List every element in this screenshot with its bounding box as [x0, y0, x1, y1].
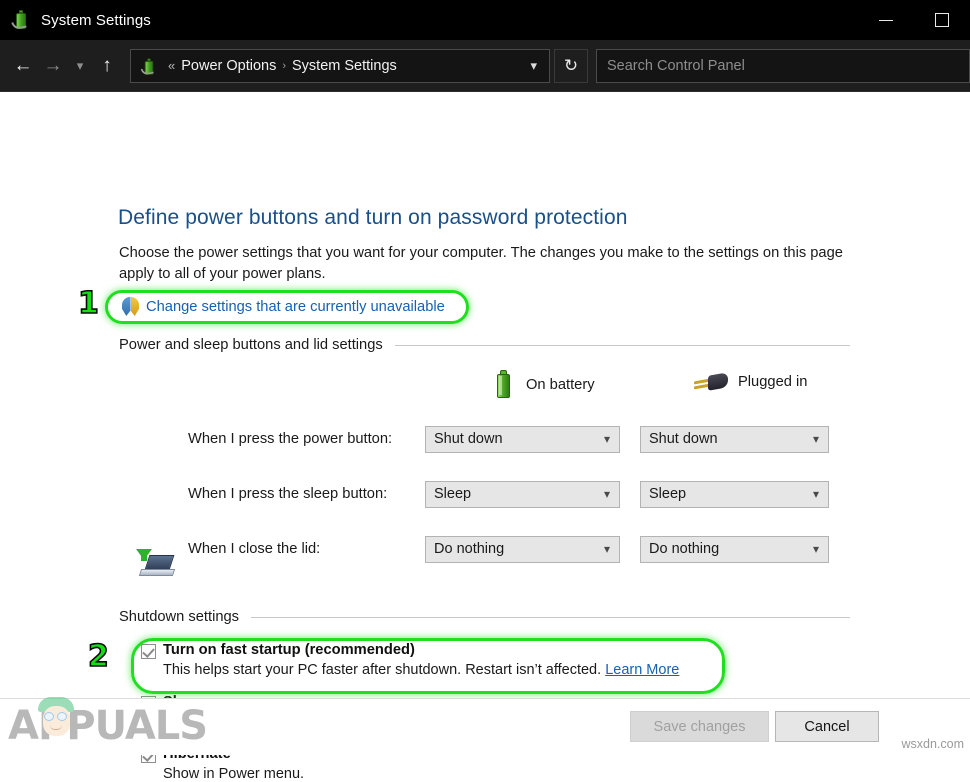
- dropdown-sleep-button-plugged-in[interactable]: Sleep ▾: [640, 481, 829, 508]
- dropdown-close-lid-on-battery-value: Do nothing: [434, 541, 504, 557]
- page-title: Define power buttons and turn on passwor…: [118, 206, 628, 230]
- cancel-button[interactable]: Cancel: [775, 711, 879, 742]
- section-header-shutdown-label: Shutdown settings: [119, 609, 239, 625]
- dropdown-sleep-button-plugged-in-value: Sleep: [649, 486, 686, 502]
- search-input[interactable]: Search Control Panel: [596, 49, 970, 83]
- window-controls: [858, 0, 970, 40]
- chevron-down-icon: ▾: [813, 543, 819, 555]
- brand-watermark: APPUALS: [8, 703, 207, 749]
- setting-label-close-lid: When I close the lid:: [188, 541, 320, 557]
- column-header-plugged-in-label: Plugged in: [738, 374, 807, 390]
- fast-startup-description-text: This helps start your PC faster after sh…: [163, 662, 601, 678]
- page-description: Choose the power settings that you want …: [119, 243, 849, 286]
- chevron-down-icon: ▾: [813, 433, 819, 445]
- window-icon: [10, 9, 32, 31]
- column-header-on-battery-label: On battery: [526, 377, 595, 393]
- refresh-icon[interactable]: ↻: [554, 49, 588, 83]
- checkbox-description-hibernate: Show in Power menu.: [163, 766, 304, 782]
- forward-arrow-icon[interactable]: →: [38, 49, 68, 83]
- divider: [395, 345, 850, 346]
- navigation-bar: ← → ▾ ↑ « Power Options › System Setting…: [0, 40, 970, 92]
- dropdown-close-lid-on-battery[interactable]: Do nothing ▾: [425, 536, 620, 563]
- checkbox-item-fast-startup[interactable]: Turn on fast startup (recommended) This …: [141, 642, 679, 678]
- divider: [251, 617, 850, 618]
- column-header-plugged-in: Plugged in: [694, 370, 807, 394]
- change-settings-label: Change settings that are currently unava…: [146, 299, 445, 315]
- address-bar[interactable]: « Power Options › System Settings ▾: [130, 49, 550, 83]
- setting-row-close-lid: When I close the lid: Do nothing ▾ Do no…: [0, 532, 970, 566]
- chevron-down-icon: ▾: [604, 433, 610, 445]
- dropdown-power-button-plugged-in-value: Shut down: [649, 431, 718, 447]
- chevron-down-icon: ▾: [604, 543, 610, 555]
- window-title: System Settings: [41, 12, 151, 29]
- address-chevron-down-icon[interactable]: ▾: [522, 58, 545, 74]
- window-titlebar: System Settings: [0, 0, 970, 40]
- dropdown-close-lid-plugged-in-value: Do nothing: [649, 541, 719, 557]
- setting-label-sleep-button: When I press the sleep button:: [188, 486, 387, 502]
- mascot-icon: [36, 697, 78, 743]
- maximize-icon[interactable]: [914, 0, 970, 40]
- annotation-marker-two: 2: [88, 642, 109, 672]
- change-settings-link[interactable]: Change settings that are currently unava…: [122, 297, 445, 316]
- section-header-power-buttons-label: Power and sleep buttons and lid settings: [119, 337, 383, 353]
- breadcrumb-battery-icon: [138, 56, 158, 76]
- setting-row-sleep-button: When I press the sleep button: Sleep ▾ S…: [0, 477, 970, 511]
- annotation-marker-one: 1: [78, 289, 99, 319]
- dropdown-power-button-on-battery-value: Shut down: [434, 431, 503, 447]
- power-plug-icon: [694, 370, 728, 394]
- column-header-on-battery: On battery: [494, 370, 595, 400]
- section-header-power-buttons: Power and sleep buttons and lid settings: [119, 337, 850, 353]
- breadcrumb-separator: ›: [282, 60, 286, 72]
- shield-icon: [122, 297, 139, 316]
- learn-more-link[interactable]: Learn More: [605, 662, 679, 678]
- checkbox-fast-startup[interactable]: [141, 644, 156, 659]
- section-header-shutdown: Shutdown settings: [119, 609, 850, 625]
- dropdown-power-button-plugged-in[interactable]: Shut down ▾: [640, 426, 829, 453]
- breadcrumb-item-system-settings[interactable]: System Settings: [292, 58, 397, 74]
- setting-row-power-button: When I press the power button: Shut down…: [0, 422, 970, 456]
- checkbox-label-fast-startup: Turn on fast startup (recommended): [163, 642, 415, 658]
- dropdown-power-button-on-battery[interactable]: Shut down ▾: [425, 426, 620, 453]
- save-changes-button[interactable]: Save changes: [630, 711, 769, 742]
- recent-locations-chevron-down-icon[interactable]: ▾: [68, 49, 92, 83]
- back-arrow-icon[interactable]: ←: [8, 49, 38, 83]
- breadcrumb-overflow[interactable]: «: [168, 58, 175, 73]
- dropdown-sleep-button-on-battery[interactable]: Sleep ▾: [425, 481, 620, 508]
- content-area: Define power buttons and turn on passwor…: [0, 92, 970, 755]
- dropdown-sleep-button-on-battery-value: Sleep: [434, 486, 471, 502]
- site-watermark: wsxdn.com: [901, 737, 964, 751]
- dropdown-close-lid-plugged-in[interactable]: Do nothing ▾: [640, 536, 829, 563]
- up-arrow-icon[interactable]: ↑: [92, 49, 122, 83]
- battery-icon: [494, 370, 514, 400]
- setting-label-power-button: When I press the power button:: [188, 431, 392, 447]
- breadcrumb-item-power-options[interactable]: Power Options: [181, 58, 276, 74]
- minimize-icon[interactable]: [858, 0, 914, 40]
- chevron-down-icon: ▾: [604, 488, 610, 500]
- checkbox-description-fast-startup: This helps start your PC faster after sh…: [163, 662, 679, 678]
- chevron-down-icon: ▾: [813, 488, 819, 500]
